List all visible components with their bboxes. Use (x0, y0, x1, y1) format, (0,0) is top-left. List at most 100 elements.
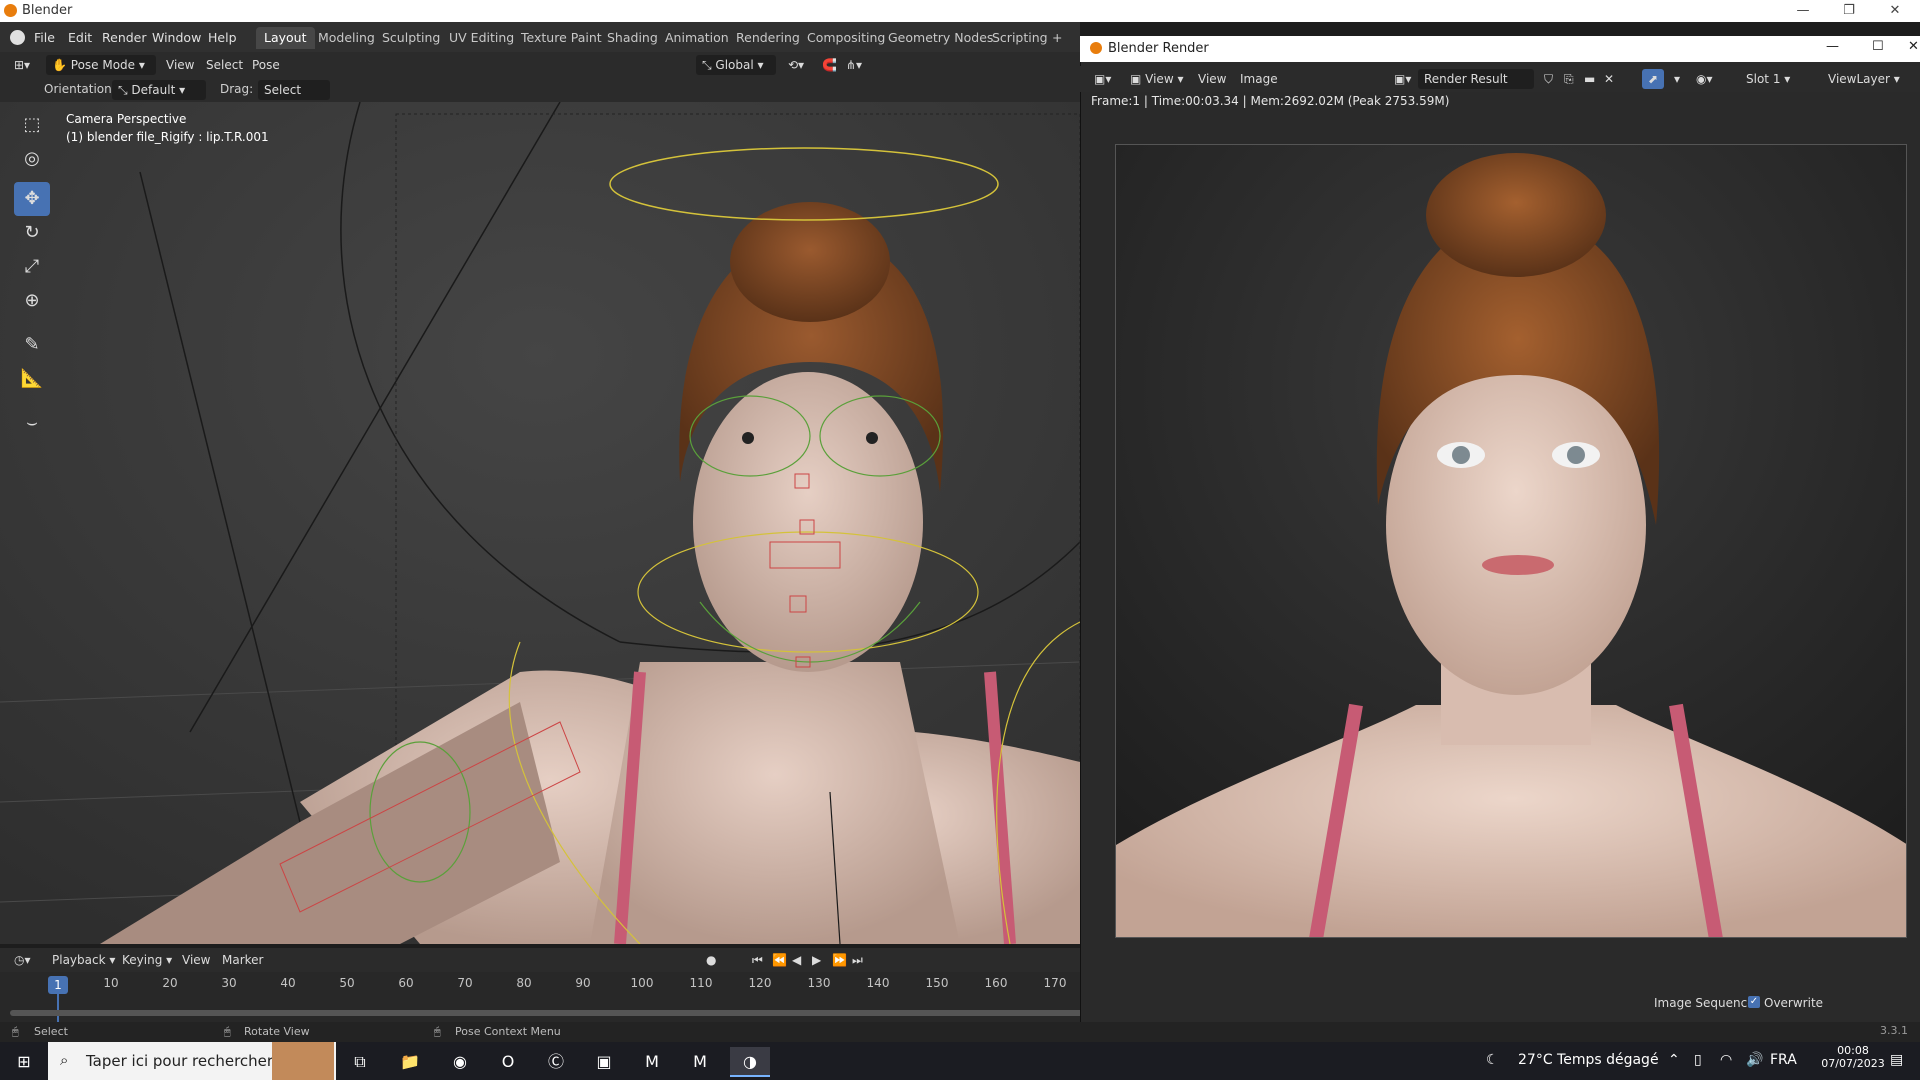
clock[interactable]: 00:08 07/07/2023 (1818, 1044, 1888, 1070)
menu-help[interactable]: Help (208, 30, 237, 45)
tab-uv-editing[interactable]: UV Editing (441, 27, 522, 49)
proportional-icon[interactable]: ⋔▾ (840, 55, 868, 75)
menu-keying[interactable]: Keying ▾ (116, 950, 178, 970)
tab-modeling[interactable]: Modeling (310, 27, 383, 49)
measure-icon[interactable]: 📐 (14, 362, 50, 396)
frame-140: 140 (866, 976, 890, 990)
image-editor-icon[interactable]: ▣▾ (1088, 69, 1117, 89)
menu-select[interactable]: Select (200, 55, 249, 75)
menu-playback[interactable]: Playback ▾ (46, 950, 121, 970)
new-image-icon[interactable]: ⎘ (1558, 69, 1580, 89)
language-indicator[interactable]: FRA (1770, 1052, 1797, 1068)
viewport-header: ⊞▾ ✋ Pose Mode ▾ View Select Pose ⤡ Glob… (0, 52, 1080, 78)
m-app-icon[interactable]: M (632, 1047, 672, 1077)
unlink-image-icon[interactable]: ✕ (1598, 69, 1620, 89)
add-workspace-button[interactable]: + (1044, 27, 1070, 49)
transform-icon[interactable]: ⊕ (14, 284, 50, 318)
blender-menu-icon[interactable] (10, 30, 25, 45)
rotate-icon[interactable]: ↻ (14, 216, 50, 250)
render-header: ▣▾ ▣ View ▾ View Image ▣▾ Render Result … (1080, 66, 1920, 92)
timeline-editor-icon[interactable]: ◷▾ (8, 950, 37, 970)
image-browse-icon[interactable]: ▣▾ (1388, 69, 1417, 89)
overlay-icon[interactable]: ◉▾ (1690, 69, 1719, 89)
tab-texture-paint[interactable]: Texture Paint (513, 27, 610, 49)
record-icon[interactable]: ● (700, 950, 722, 970)
volume-icon[interactable]: 🔊 (1746, 1052, 1763, 1068)
slot-dropdown[interactable]: Slot 1 ▾ (1740, 69, 1820, 89)
taskbar-search[interactable]: ⌕ Taper ici pour rechercher (48, 1042, 336, 1080)
frame-150: 150 (925, 976, 949, 990)
tab-layout[interactable]: Layout (256, 27, 315, 49)
bone-relax-icon[interactable]: ⌣ (14, 406, 50, 440)
tab-sculpting[interactable]: Sculpting (374, 27, 448, 49)
menu-pose[interactable]: Pose (246, 55, 286, 75)
frame-100: 100 (630, 976, 654, 990)
frame-120: 120 (748, 976, 772, 990)
opera-icon[interactable]: O (488, 1047, 528, 1077)
snap-icon[interactable]: 🧲 (816, 55, 843, 75)
render-footer: Image Sequence ✓ Overwrite (1600, 992, 1920, 1016)
render-result-image[interactable] (1115, 144, 1907, 938)
play-reverse-icon[interactable]: ◀ (786, 950, 807, 970)
select-box-icon[interactable]: ⬚ (14, 108, 50, 142)
tab-animation[interactable]: Animation (657, 27, 737, 49)
transform-orientation-dropdown[interactable]: ⤡ Global ▾ (696, 55, 776, 75)
render-minimize-button[interactable]: — (1826, 39, 1839, 54)
drag-dropdown[interactable]: Select Box ▾ (258, 80, 330, 117)
move-icon[interactable]: ✥ (14, 182, 50, 216)
cursor-icon[interactable]: ◎ (14, 142, 50, 176)
notification-icon[interactable]: ▤ (1890, 1052, 1903, 1068)
battery-icon[interactable]: ▯ (1694, 1052, 1702, 1068)
windows-start-icon[interactable]: ⊞ (4, 1047, 44, 1077)
render-close-button[interactable]: ✕ (1908, 39, 1919, 54)
render-result-field[interactable]: Render Result (1418, 69, 1534, 89)
dropdown-arrow-icon[interactable]: ▾ (1668, 69, 1686, 89)
restore-button[interactable]: ❐ (1826, 0, 1872, 22)
weather-text[interactable]: 27°C Temps dégagé (1518, 1052, 1659, 1068)
chrome-icon[interactable]: ◉ (440, 1047, 480, 1077)
render-maximize-button[interactable]: ☐ (1872, 39, 1884, 54)
annotate-icon[interactable]: ✎ (14, 328, 50, 362)
play-icon[interactable]: ▶ (806, 950, 827, 970)
file-explorer-icon[interactable]: 📁 (390, 1047, 430, 1077)
jump-end-icon[interactable]: ⏭ (846, 950, 869, 970)
timeline-header: ◷▾ Playback ▾ Keying ▾ View Marker ● ⏮ ⏪… (0, 948, 1080, 972)
render-menu-view[interactable]: View (1192, 69, 1232, 89)
orientation-dropdown[interactable]: ⤡ Default ▾ (112, 80, 206, 100)
menu-render[interactable]: Render (102, 30, 147, 45)
drag-label: Drag: (220, 82, 254, 96)
menu-view[interactable]: View (160, 55, 200, 75)
mode-label: Pose Mode (70, 58, 136, 72)
m-app-2-icon[interactable]: M (680, 1047, 720, 1077)
blender-taskbar-icon[interactable]: ◑ (730, 1047, 770, 1077)
tab-shading[interactable]: Shading (599, 27, 666, 49)
close-button[interactable]: ✕ (1872, 0, 1918, 22)
wifi-icon[interactable]: ◠ (1720, 1052, 1732, 1068)
overwrite-checkbox[interactable]: ✓ (1748, 996, 1760, 1008)
fake-user-icon[interactable]: ⛉ (1538, 69, 1559, 89)
rendered-portrait (1116, 145, 1906, 937)
render-menu-image[interactable]: Image (1234, 69, 1284, 89)
menu-file[interactable]: File (34, 30, 55, 45)
mode-dropdown[interactable]: ✋ Pose Mode ▾ (46, 55, 156, 75)
current-frame-indicator[interactable]: 1 (48, 976, 68, 994)
search-placeholder: Taper ici pour rechercher (86, 1052, 274, 1070)
menu-edit[interactable]: Edit (68, 30, 92, 45)
tab-rendering[interactable]: Rendering (728, 27, 808, 49)
view-layer-dropdown[interactable]: ViewLayer ▾ (1822, 69, 1912, 89)
3d-viewport[interactable] (0, 102, 1080, 944)
ccleaner-icon[interactable]: Ⓒ (536, 1047, 576, 1077)
app-window-icon[interactable]: ▣ (584, 1047, 624, 1077)
pivot-icon[interactable]: ⟲▾ (782, 55, 810, 75)
scale-icon[interactable]: ⤢ (14, 250, 50, 284)
editor-type-icon[interactable]: ⊞▾ (8, 55, 36, 75)
tray-chevron-icon[interactable]: ⌃ (1668, 1052, 1680, 1068)
frame-110: 110 (689, 976, 713, 990)
menu-timeline-view[interactable]: View (176, 950, 216, 970)
render-view-dropdown[interactable]: ▣ View ▾ (1124, 69, 1189, 89)
menu-marker[interactable]: Marker (216, 950, 269, 970)
minimize-button[interactable]: — (1780, 0, 1826, 22)
sample-tool-icon[interactable]: ⬈ (1642, 69, 1665, 89)
menu-window[interactable]: Window (152, 30, 201, 45)
task-view-icon[interactable]: ⧉ (340, 1047, 380, 1077)
